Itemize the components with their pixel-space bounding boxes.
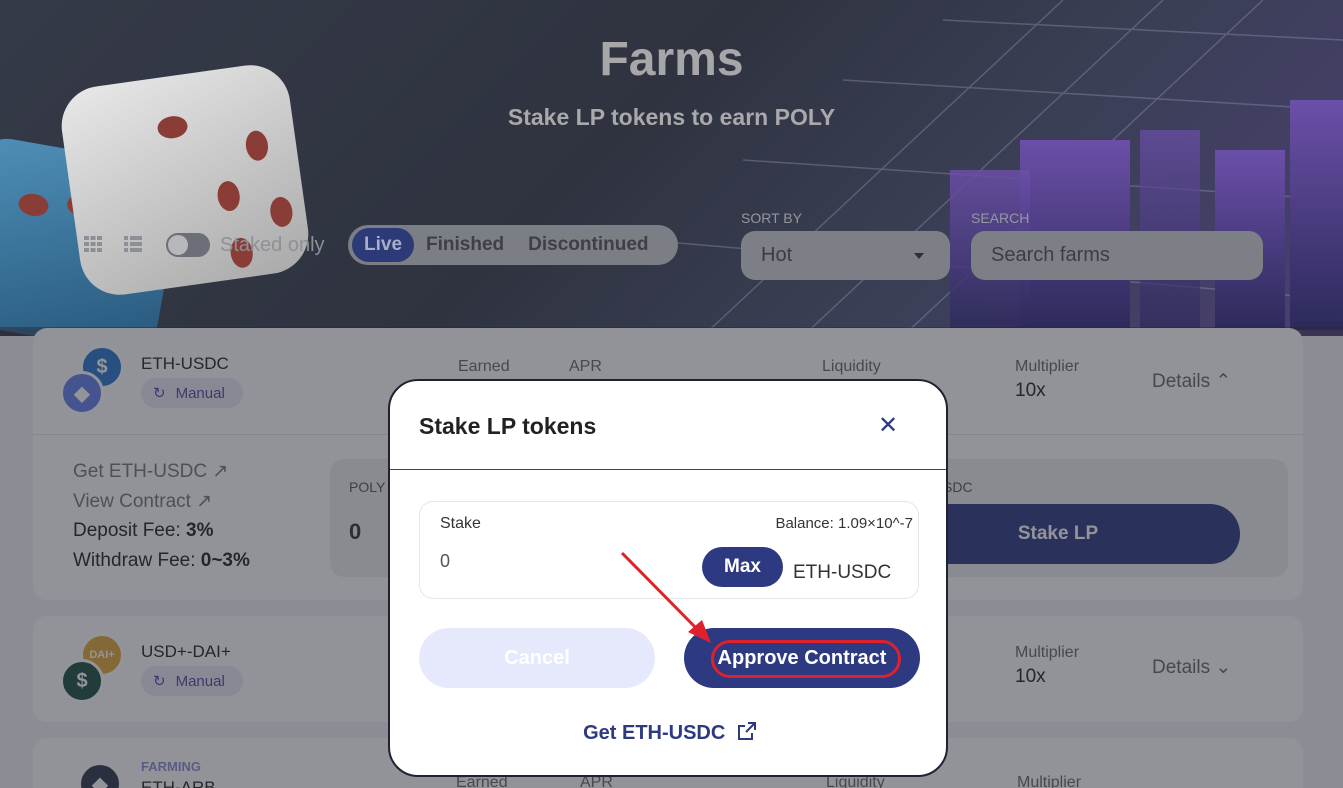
staked-only-toggle[interactable]: [166, 233, 210, 257]
close-icon[interactable]: ✕: [876, 411, 900, 439]
farm-status-tabs: Live Finished Discontinued: [348, 225, 678, 265]
list-view-icon[interactable]: [124, 236, 142, 252]
lp-unit-label: ETH-USDC: [793, 562, 892, 583]
building: [1290, 100, 1343, 330]
stake-amount-input[interactable]: [440, 551, 640, 572]
cancel-button[interactable]: Cancel: [419, 628, 655, 688]
approve-contract-button[interactable]: Approve Contract: [684, 628, 920, 688]
modal-title: Stake LP tokens: [419, 413, 597, 439]
tab-discontinued[interactable]: Discontinued: [516, 228, 660, 262]
stake-input-box: Stake Balance: 1.09×10^-7 Max ETH-USDC: [419, 501, 919, 599]
toggle-knob: [168, 235, 188, 255]
sort-value: Hot: [761, 244, 793, 266]
page-subtitle: Stake LP tokens to earn POLY: [507, 104, 836, 130]
page-title: Farms: [599, 33, 744, 86]
view-toggle: [84, 236, 142, 252]
get-lp-label: Get ETH-USDC: [583, 722, 726, 744]
external-link-icon: [737, 722, 756, 740]
staked-only-label: Staked only: [220, 234, 325, 256]
sort-label: SORT BY: [741, 210, 802, 226]
sort-select[interactable]: Hot: [741, 231, 950, 280]
modal-divider: [390, 469, 946, 470]
tab-live[interactable]: Live: [352, 228, 415, 262]
max-button[interactable]: Max: [702, 547, 783, 587]
search-label: SEARCH: [971, 210, 1030, 226]
hero-banner: Farms Stake LP tokens to earn POLY Stake…: [0, 0, 1343, 336]
caret-down-icon: [914, 253, 924, 259]
grid-view-icon[interactable]: [84, 236, 102, 252]
stake-label: Stake: [440, 515, 481, 532]
building: [1140, 130, 1200, 330]
dice-illustration: [56, 60, 314, 300]
get-lp-link[interactable]: Get ETH-USDC: [390, 721, 946, 745]
search-input[interactable]: [971, 231, 1263, 280]
balance-label: Balance: 1.09×10^-7: [775, 515, 913, 532]
tab-finished[interactable]: Finished: [414, 228, 516, 262]
stake-lp-modal: Stake LP tokens ✕ Stake Balance: 1.09×10…: [388, 379, 948, 777]
